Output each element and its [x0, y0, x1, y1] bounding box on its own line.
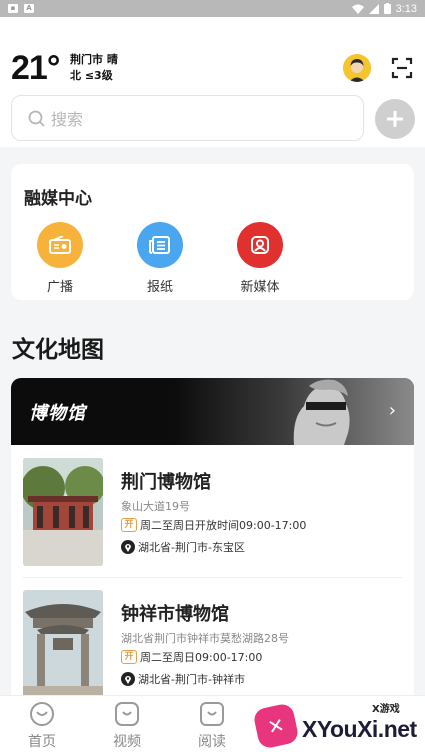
search-placeholder: 搜索: [51, 110, 84, 129]
newspaper-icon: [137, 222, 183, 268]
open-icon: 开: [121, 518, 137, 532]
plus-icon: [387, 111, 403, 127]
tab-home[interactable]: 首页: [12, 702, 72, 751]
status-bar: ▪ A 3:13: [0, 0, 425, 17]
museum-address: 象山大道19号: [121, 500, 190, 513]
weather-info: 荆门市 晴 北 ≤3级: [70, 52, 118, 84]
museum-name: 荆门博物馆: [121, 472, 211, 493]
chevron-right-icon: ›: [388, 400, 396, 421]
museum-location-text: 湖北省-荆门市-钟祥市: [138, 673, 245, 686]
museum-thumbnail: [23, 590, 103, 695]
museum-hours: 开 周二至周日09:00-17:00: [121, 649, 262, 665]
culture-map-title: 文化地图: [12, 337, 104, 363]
header: 21° 荆门市 晴 北 ≤3级 搜索: [0, 17, 425, 147]
media-center-card: 融媒中心 广播 报纸 新媒体: [11, 164, 414, 300]
app-badge-icon: A: [24, 4, 34, 13]
museum-hours-text: 周二至周日开放时间09:00-17:00: [140, 519, 307, 532]
media-item-new-media[interactable]: 新媒体: [225, 222, 295, 295]
status-time: 3:13: [395, 2, 417, 15]
radio-icon: [37, 222, 83, 268]
avatar[interactable]: [343, 54, 371, 82]
banner-title: 博物馆: [29, 403, 86, 424]
wind-level: 北 ≤3级: [70, 69, 113, 82]
museum-thumbnail: [23, 458, 103, 566]
home-icon: [30, 702, 54, 726]
watermark: ✕ X游戏 XYouXi.net: [252, 700, 422, 752]
museum-hours: 开 周二至周日开放时间09:00-17:00: [121, 517, 306, 533]
video-icon: [115, 702, 139, 726]
temperature: 21°: [11, 49, 60, 87]
statue-image: [293, 379, 350, 445]
media-item-newspaper[interactable]: 报纸: [125, 222, 195, 295]
tab-label-video: 视频: [113, 734, 141, 750]
museum-list: 荆门博物馆 象山大道19号 开 周二至周日开放时间09:00-17:00 湖北省…: [11, 445, 414, 695]
tab-label-read: 阅读: [198, 734, 226, 750]
museum-location-text: 湖北省-荆门市-东宝区: [138, 541, 245, 554]
watermark-main-text: XYouXi.net: [302, 716, 417, 742]
add-button[interactable]: [375, 99, 415, 139]
signal-icon: [368, 3, 379, 14]
open-icon: 开: [121, 650, 137, 664]
scan-icon[interactable]: [391, 57, 413, 79]
new-media-icon: [237, 222, 283, 268]
wifi-icon: [351, 4, 364, 14]
media-center-title: 融媒中心: [24, 189, 92, 209]
media-label-newspaper: 报纸: [146, 280, 173, 295]
media-item-radio[interactable]: 广播: [25, 222, 95, 295]
user-avatar-icon: [343, 54, 371, 82]
search-input[interactable]: 搜索: [11, 95, 364, 141]
museum-address: 湖北省荆门市钟祥市莫愁湖路28号: [121, 632, 289, 645]
museum-name: 钟祥市博物馆: [121, 604, 229, 625]
location-pin-icon: [121, 540, 135, 554]
museum-banner[interactable]: 博物馆 ›: [11, 378, 414, 445]
media-label-radio: 广播: [46, 280, 73, 295]
watermark-logo-icon: ✕: [252, 702, 300, 750]
museum-location: 湖北省-荆门市-钟祥市: [121, 671, 245, 687]
tab-video[interactable]: 视频: [97, 702, 157, 751]
battery-icon: [383, 3, 391, 14]
location-pin-icon: [121, 672, 135, 686]
search-icon: [28, 110, 45, 127]
notification-icon: ▪: [8, 4, 18, 13]
tab-read[interactable]: 阅读: [182, 702, 242, 751]
read-icon: [200, 702, 224, 726]
tab-label-home: 首页: [28, 734, 56, 750]
watermark-small-text: X游戏: [372, 704, 400, 715]
media-label-new-media: 新媒体: [240, 280, 280, 295]
museum-location: 湖北省-荆门市-东宝区: [121, 539, 245, 555]
divider: [23, 577, 402, 578]
museum-hours-text: 周二至周日09:00-17:00: [140, 651, 263, 664]
city-condition: 荆门市 晴: [70, 53, 118, 66]
